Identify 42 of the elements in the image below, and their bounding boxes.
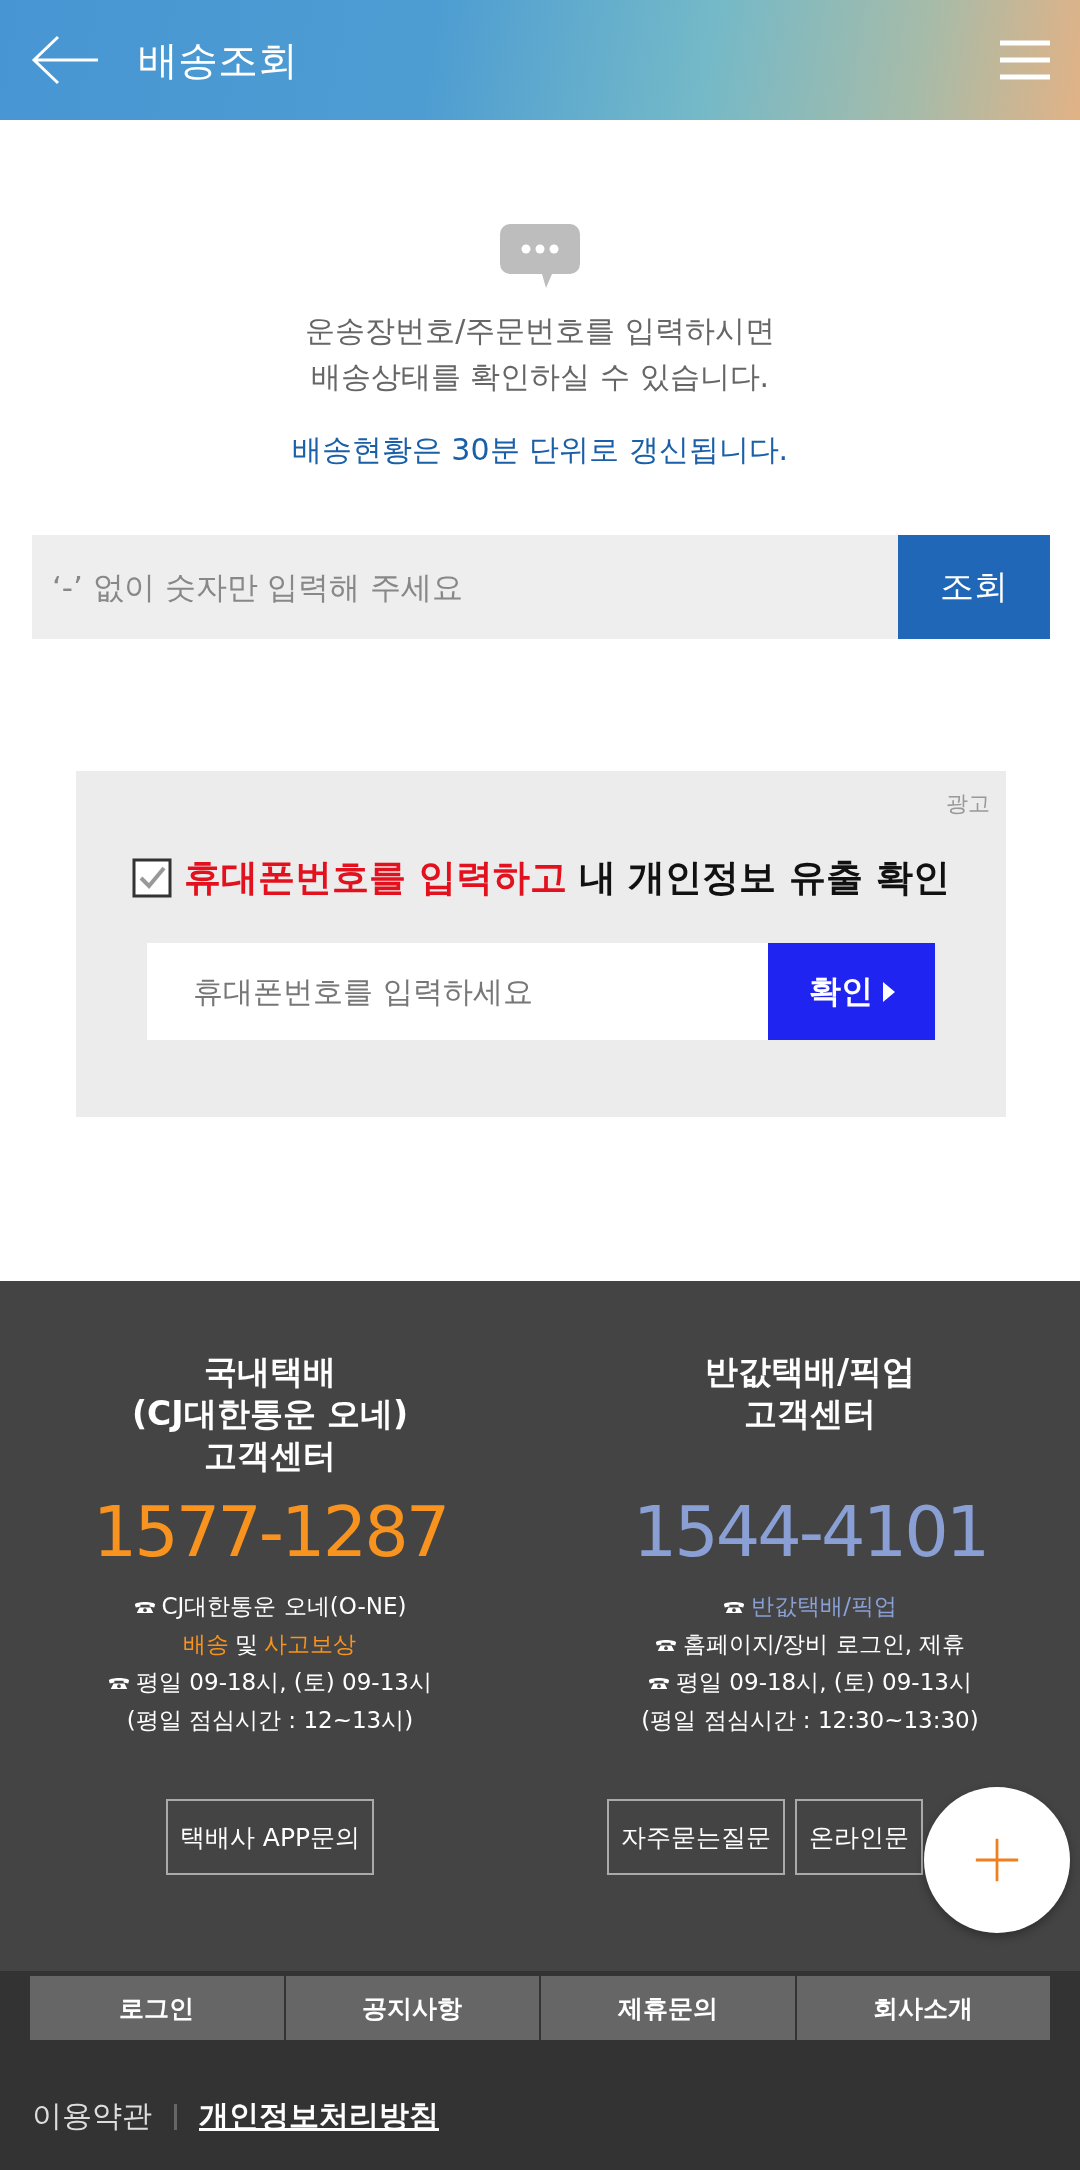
instruction-text: 운송장번호/주문번호를 입력하시면 (305, 312, 775, 350)
confirm-button[interactable]: 확인 (768, 943, 935, 1040)
page-title: 배송조회 (138, 35, 299, 85)
policy-link[interactable]: 이용약관 (32, 2096, 152, 2137)
service-link[interactable]: 사고보상 (264, 1625, 357, 1663)
outline-button[interactable]: 택배사 APP문의 (165, 1799, 375, 1875)
center-title: 고객센터 (203, 1435, 337, 1477)
phone-number: 1544-4101 (632, 1491, 988, 1573)
info-text: 홈페이지/장비 로그인, 제휴 (682, 1630, 966, 1659)
info-text: (평일 점심시간 : 12~13시) (126, 1706, 414, 1735)
info-text: CJ대한통운 오네(O-NE) (161, 1592, 407, 1621)
instruction-text: 배송상태를 확인하실 수 있습니다. (309, 358, 771, 396)
info-text: (평일 점심시간 : 12:30~13:30) (641, 1706, 979, 1735)
info-text: 및 (235, 1630, 259, 1659)
info-text: 평일 09-18시, (토) 09-13시 (676, 1668, 972, 1697)
search-button[interactable]: 조회 (898, 535, 1050, 639)
outline-button[interactable]: 자주묻는질문 (607, 1799, 785, 1875)
phone-number: 1577-1287 (92, 1491, 448, 1573)
center-title: 반값택배/픽업 (704, 1351, 916, 1393)
ad-label: 광고 (946, 790, 990, 818)
center-title: 국내택배 (203, 1351, 337, 1393)
phone-number-field[interactable]: 휴대폰번호를 입력하세요 (147, 943, 768, 1040)
nav-tab[interactable]: 제휴문의 (541, 1976, 795, 2040)
info-text: 평일 09-18시, (토) 09-13시 (136, 1668, 432, 1697)
back-arrow-icon[interactable] (30, 35, 100, 85)
nav-tab[interactable]: 공지사항 (285, 1976, 539, 2040)
policy-link[interactable]: 개인정보처리방침 (199, 2096, 439, 2137)
tracking-number-field[interactable]: ‘-’ 없이 숫자만 입력해 주세요 (32, 535, 898, 639)
nav-tab[interactable]: 로그인 (30, 1976, 284, 2040)
checkbox[interactable] (131, 858, 172, 898)
service-link[interactable]: 배송 (183, 1625, 230, 1663)
ad-headline: 내 개인정보 유출 확인 (578, 855, 951, 901)
service-link[interactable]: 반값택배/픽업 (751, 1587, 897, 1625)
triangle-icon (882, 981, 895, 1002)
update-notice: 배송현황은 30분 단위로 갱신됩니다. (291, 431, 789, 469)
center-title: (CJ대한통운 오네) (131, 1393, 409, 1435)
center-title: 고객센터 (743, 1393, 877, 1435)
plus-icon (974, 1837, 1020, 1883)
nav-tab[interactable]: 회사소개 (796, 1976, 1050, 2040)
ad-headline: 휴대폰번호를 입력하고 (183, 855, 567, 901)
outline-button[interactable]: 온라인문 (795, 1799, 923, 1875)
speech-bubble-icon (500, 224, 580, 288)
